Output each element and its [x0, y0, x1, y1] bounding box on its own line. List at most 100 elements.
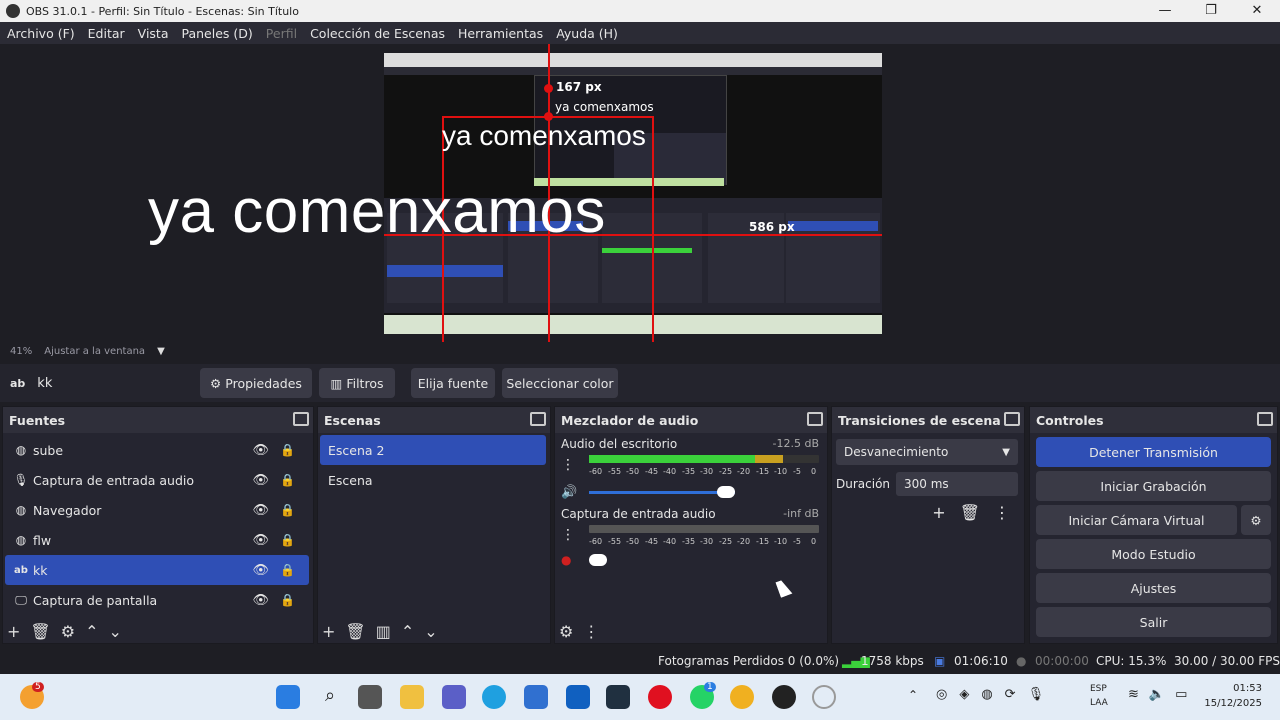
teams-icon[interactable] — [442, 685, 466, 709]
distance-label-top: 167 px — [556, 80, 602, 94]
zoom-mode[interactable]: Ajustar a la ventana — [44, 346, 145, 357]
chevron-down-icon: ▼ — [1002, 446, 1010, 458]
task-view-icon[interactable] — [358, 685, 382, 709]
distance-label-right: 586 px — [749, 220, 795, 234]
menu-archivo[interactable]: Archivo (F) — [7, 26, 75, 41]
filters-button[interactable]: ▥ Filtros — [319, 368, 395, 398]
chrome-icon[interactable] — [730, 685, 754, 709]
volume-slider-handle[interactable] — [717, 486, 735, 498]
tray-chevron-icon[interactable]: ⌃ — [908, 688, 918, 702]
preview-area[interactable]: 167 px 586 px ya comenxamos ya comenxamo… — [0, 44, 1280, 342]
eye-icon[interactable]: 👁 — [252, 443, 269, 458]
lock-icon[interactable]: 🔒 — [280, 563, 295, 577]
obs-icon[interactable] — [772, 685, 796, 709]
trash-icon[interactable]: 🗑 — [960, 503, 980, 522]
eye-icon[interactable]: 👁 — [252, 533, 269, 548]
down-arrow-icon[interactable]: ⌄ — [424, 622, 437, 641]
transition-select[interactable]: Desvanecimiento ▼ — [836, 439, 1018, 465]
undock-icon[interactable] — [1004, 412, 1020, 426]
close-button[interactable]: ✕ — [1234, 0, 1280, 22]
undock-icon[interactable] — [530, 412, 546, 426]
app-circle-icon[interactable] — [812, 685, 836, 709]
add-icon[interactable]: + — [322, 622, 335, 641]
scene-item[interactable]: Escena — [320, 465, 546, 495]
volume-slider[interactable] — [589, 491, 735, 494]
chevron-down-icon[interactable]: ▼ — [157, 346, 165, 357]
gear-icon[interactable]: ⚙ — [559, 622, 573, 641]
clock-time[interactable]: 01:53 — [1233, 683, 1262, 694]
more-vertical-icon[interactable]: ⋮ — [561, 457, 575, 473]
eye-icon[interactable]: 👁 — [252, 563, 269, 578]
source-item[interactable]: ◍ sube 👁 🔒 — [5, 435, 309, 465]
undock-icon[interactable] — [807, 412, 823, 426]
source-item[interactable]: ◍ Navegador 👁 🔒 — [5, 495, 309, 525]
lock-icon[interactable]: 🔒 — [280, 503, 295, 517]
edge-icon[interactable] — [482, 685, 506, 709]
properties-button[interactable]: ⚙ Propiedades — [200, 368, 312, 398]
preview-mid-text: ya comenxamos — [442, 120, 646, 151]
source-item[interactable]: ◍ flw 👁 🔒 — [5, 525, 309, 555]
eye-icon[interactable]: 👁 — [252, 593, 269, 608]
choose-font-button[interactable]: Elija fuente — [411, 368, 495, 398]
volume-slider-handle[interactable] — [589, 554, 607, 566]
trash-icon[interactable]: 🗑 — [345, 622, 365, 641]
opera-icon[interactable] — [648, 685, 672, 709]
outlook-icon[interactable] — [566, 685, 590, 709]
source-item-selected[interactable]: ab kk 👁 🔒 — [5, 555, 309, 585]
duration-input[interactable]: 300 ms — [896, 472, 1018, 496]
undock-icon[interactable] — [1257, 412, 1273, 426]
studio-mode-button[interactable]: Modo Estudio — [1036, 539, 1271, 569]
exit-button[interactable]: Salir — [1036, 607, 1271, 637]
meter-tick-label: -50 — [626, 467, 640, 476]
lock-icon[interactable]: 🔒 — [280, 533, 295, 547]
more-vertical-icon[interactable]: ⋮ — [583, 622, 599, 641]
language-primary[interactable]: ESP — [1090, 684, 1107, 694]
minimize-button[interactable]: — — [1142, 0, 1188, 22]
source-item[interactable]: 🎙 Captura de entrada audio 👁 🔒 — [5, 465, 309, 495]
lock-icon[interactable]: 🔒 — [280, 593, 295, 607]
muted-speaker-icon[interactable]: ● — [561, 553, 571, 567]
gear-icon[interactable]: ⚙ — [1241, 505, 1271, 535]
stop-streaming-button[interactable]: Detener Transmisión — [1036, 437, 1271, 467]
menu-perfil[interactable]: Perfil — [266, 26, 297, 41]
menu-ayuda[interactable]: Ayuda (H) — [556, 26, 618, 41]
app-icon[interactable] — [606, 685, 630, 709]
window-titlebar: OBS 31.0.1 - Perfil: Sin Título - Escena… — [0, 0, 1280, 22]
start-virtual-camera-button[interactable]: Iniciar Cámara Virtual — [1036, 505, 1237, 535]
menu-vista[interactable]: Vista — [138, 26, 169, 41]
eye-icon[interactable]: 👁 — [252, 473, 269, 488]
speaker-icon[interactable]: 🔊 — [561, 485, 577, 500]
file-explorer-icon[interactable] — [400, 685, 424, 709]
add-icon[interactable]: + — [932, 503, 945, 522]
start-recording-button[interactable]: Iniciar Grabación — [1036, 471, 1271, 501]
gear-icon[interactable]: ⚙ — [61, 622, 75, 641]
settings-button[interactable]: Ajustes — [1036, 573, 1271, 603]
undock-icon[interactable] — [293, 412, 309, 426]
search-icon[interactable]: ⌕ — [318, 685, 342, 709]
more-vertical-icon[interactable]: ⋮ — [994, 503, 1010, 522]
language-secondary[interactable]: LAA — [1090, 698, 1108, 708]
menu-paneles[interactable]: Paneles (D) — [182, 26, 253, 41]
up-arrow-icon[interactable]: ⌃ — [401, 622, 414, 641]
eye-icon[interactable]: 👁 — [252, 503, 269, 518]
clock-date[interactable]: 15/12/2025 — [1204, 698, 1262, 709]
lock-icon[interactable]: 🔒 — [280, 473, 295, 487]
add-icon[interactable]: + — [7, 622, 20, 641]
menu-editar[interactable]: Editar — [88, 26, 125, 41]
scene-item-selected[interactable]: Escena 2 — [320, 435, 546, 465]
menu-herramientas[interactable]: Herramientas — [458, 26, 543, 41]
tray-icons[interactable]: ◎◈◍⟳🎙 — [936, 687, 1056, 702]
store-icon[interactable] — [524, 685, 548, 709]
filter-icon[interactable]: ▥ — [376, 622, 391, 641]
source-item[interactable]: 🖵 Captura de pantalla 👁 🔒 — [5, 585, 309, 615]
lock-icon[interactable]: 🔒 — [280, 443, 295, 457]
select-color-button[interactable]: Seleccionar color — [502, 368, 618, 398]
more-vertical-icon[interactable]: ⋮ — [561, 527, 575, 543]
maximize-button[interactable]: ❐ — [1188, 0, 1234, 22]
down-arrow-icon[interactable]: ⌄ — [108, 622, 121, 641]
windows-start-icon[interactable] — [276, 685, 300, 709]
wifi-icon[interactable]: ≋🔈▭ — [1128, 687, 1197, 702]
up-arrow-icon[interactable]: ⌃ — [85, 622, 98, 641]
trash-icon[interactable]: 🗑 — [30, 622, 50, 641]
menu-coleccion[interactable]: Colección de Escenas — [310, 26, 445, 41]
